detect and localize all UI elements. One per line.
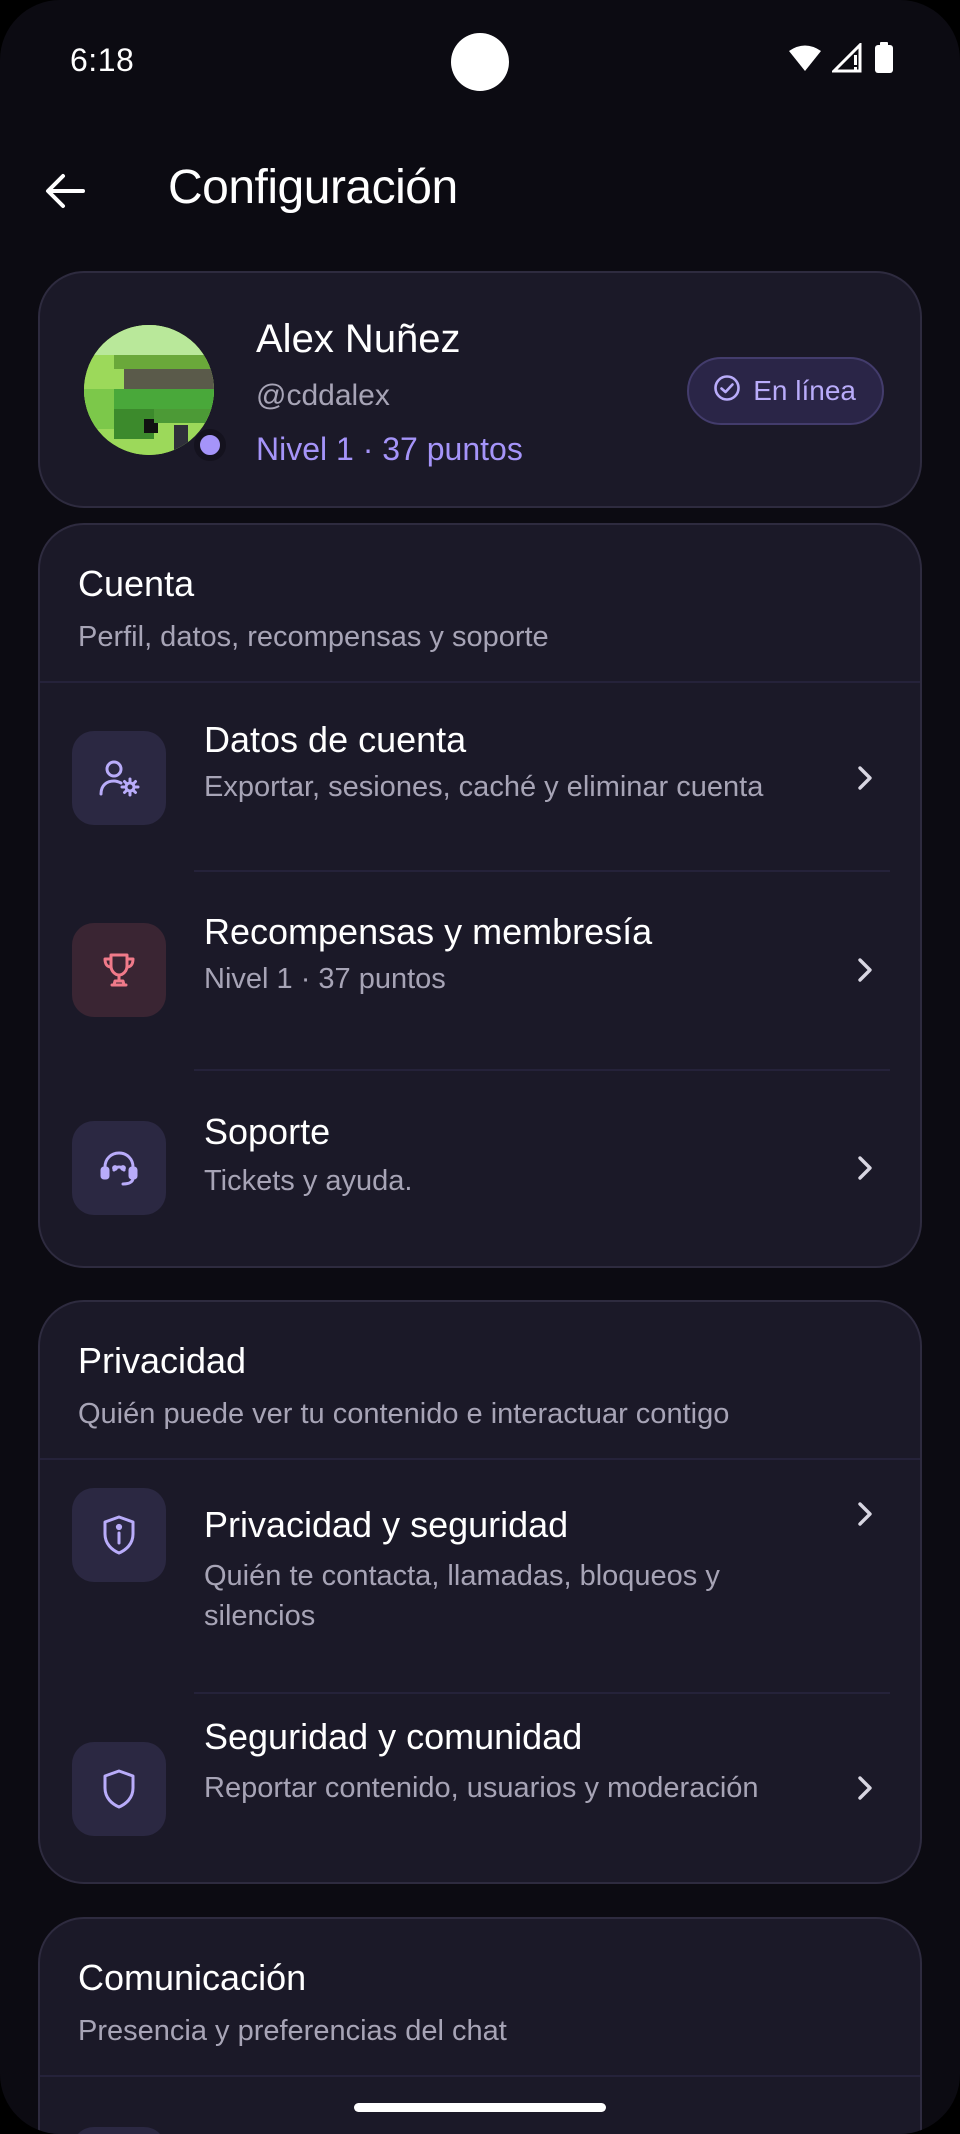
status-icons <box>788 41 894 79</box>
row-subtitle: Nivel 1 · 37 puntos <box>204 963 446 995</box>
row-subtitle: Reportar contenido, usuarios y moderació… <box>204 1772 759 1804</box>
online-status-label: En línea <box>753 375 856 406</box>
row-privacidad-y-seguridad[interactable]: Privacidad y seguridad Quién te contacta… <box>40 1462 920 1692</box>
front-camera <box>451 33 509 91</box>
row-recompensas[interactable]: Recompensas y membresía Nivel 1 · 37 pun… <box>40 877 920 1067</box>
profile-name: Alex Nuñez <box>256 317 461 361</box>
section-title: Comunicación <box>78 1957 307 1998</box>
user-settings-icon <box>72 731 166 825</box>
section-comunicacion: Comunicación Presencia y preferencias de… <box>38 1917 922 2134</box>
phone-screen: 6:18 Configuración Alex Nuñez @cddalex N… <box>0 0 960 2134</box>
chevron-right-icon <box>850 1148 880 1188</box>
chevron-right-icon <box>850 758 880 798</box>
headset-icon <box>72 1121 166 1215</box>
section-header: Cuenta Perfil, datos, recompensas y sopo… <box>78 563 549 654</box>
row-subtitle: Quién te contacta, llamadas, bloqueos y … <box>204 1560 720 1632</box>
section-title: Privacidad <box>78 1340 247 1381</box>
profile-card[interactable]: Alex Nuñez @cddalex Nivel 1 · 37 puntos … <box>38 271 922 508</box>
battery-icon <box>874 42 894 79</box>
section-divider <box>40 2075 920 2077</box>
row-title: Recompensas y membresía <box>204 911 653 952</box>
row-seguridad-y-comunidad[interactable]: Seguridad y comunidad Reportar contenido… <box>40 1696 920 1882</box>
wifi-icon <box>788 44 822 77</box>
section-subtitle: Quién puede ver tu contenido e interactu… <box>78 1398 730 1430</box>
section-header: Privacidad Quién puede ver tu contenido … <box>78 1340 729 1431</box>
chevron-right-icon <box>850 950 880 990</box>
row-title: Soporte <box>204 1111 331 1152</box>
row-icon-partial <box>72 2127 166 2134</box>
check-circle-icon <box>713 374 741 409</box>
section-subtitle: Presencia y preferencias del chat <box>78 2015 507 2047</box>
row-subtitle: Exportar, sesiones, caché y eliminar cue… <box>204 771 764 803</box>
row-subtitle: Tickets y ayuda. <box>204 1165 413 1197</box>
row-datos-de-cuenta[interactable]: Datos de cuenta Exportar, sesiones, cach… <box>40 685 920 875</box>
avatar <box>84 325 214 455</box>
section-privacidad: Privacidad Quién puede ver tu contenido … <box>38 1300 922 1884</box>
section-cuenta: Cuenta Perfil, datos, recompensas y sopo… <box>38 523 922 1268</box>
section-divider <box>40 1458 920 1460</box>
online-status-badge[interactable]: En línea <box>687 357 884 425</box>
row-divider <box>194 1069 890 1071</box>
app-bar: Configuración <box>0 140 960 240</box>
section-subtitle: Perfil, datos, recompensas y soporte <box>78 621 549 653</box>
row-soporte[interactable]: Soporte Tickets y ayuda. <box>40 1075 920 1265</box>
page-title: Configuración <box>168 161 458 214</box>
status-time: 6:18 <box>70 42 135 78</box>
section-title: Cuenta <box>78 563 195 604</box>
signal-icon <box>830 41 864 78</box>
presence-dot <box>194 429 226 461</box>
row-divider <box>194 1692 890 1694</box>
section-header: Comunicación Presencia y preferencias de… <box>78 1957 507 2048</box>
row-title: Datos de cuenta <box>204 719 467 760</box>
profile-level: Nivel 1 · 37 puntos <box>256 431 523 467</box>
chevron-right-icon <box>850 1494 880 1534</box>
status-bar: 6:18 <box>0 0 960 120</box>
shield-icon <box>72 1742 166 1836</box>
arrow-left-icon <box>45 173 85 214</box>
shield-info-icon <box>72 1488 166 1582</box>
home-indicator <box>354 2103 606 2112</box>
section-divider <box>40 681 920 683</box>
row-title: Privacidad y seguridad <box>204 1504 569 1545</box>
trophy-icon <box>72 923 166 1017</box>
profile-handle: @cddalex <box>256 379 390 412</box>
avatar-wrapper <box>84 325 226 461</box>
row-divider <box>194 870 890 872</box>
chevron-right-icon <box>850 1768 880 1808</box>
row-title: Seguridad y comunidad <box>204 1716 583 1757</box>
back-button[interactable] <box>30 158 100 228</box>
